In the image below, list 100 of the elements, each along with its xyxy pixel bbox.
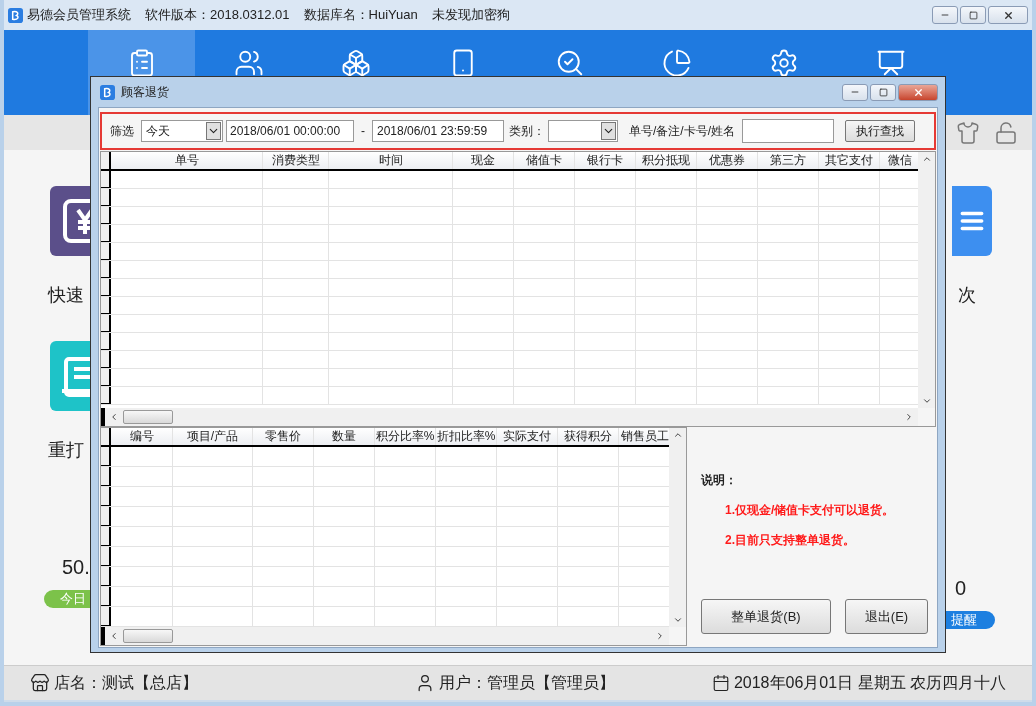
exit-button[interactable]: 退出(E) [845,599,928,634]
column-header[interactable]: 银行卡 [575,152,636,169]
row-header[interactable] [101,189,111,206]
search-label: 单号/备注/卡号/姓名 [629,123,735,140]
database-text: 数据库名：HuiYuan [303,6,418,25]
column-header[interactable]: 其它支付 [819,152,880,169]
note-text: 2.目前只支持整单退货。 [725,532,856,549]
app-logo-icon [100,84,115,100]
row-header[interactable] [101,467,111,486]
column-header[interactable]: 单号 [111,152,263,169]
row-header[interactable] [101,207,111,224]
range-separator: - [361,123,365,140]
row-header[interactable] [101,507,111,526]
column-header[interactable]: 折扣比率% [436,428,497,445]
row-header[interactable] [101,297,111,314]
horizontal-scrollbar[interactable] [101,627,669,645]
end-time-field[interactable]: 2018/06/01 23:59:59 [372,120,504,142]
minimize-button[interactable] [932,6,958,24]
row-header[interactable] [101,567,111,586]
vertical-scrollbar[interactable] [918,152,935,408]
column-header[interactable]: 现金 [453,152,514,169]
dongle-status: 未发现加密狗 [431,6,510,25]
column-header[interactable]: 数量 [314,428,375,445]
column-header[interactable]: 获得积分 [558,428,619,445]
row-header[interactable] [101,369,111,386]
maximize-button[interactable] [960,6,986,24]
maximize-icon [968,10,978,20]
column-header[interactable]: 零售价 [253,428,314,445]
row-header[interactable] [101,607,111,626]
column-header[interactable]: 第三方 [758,152,819,169]
tile-icon[interactable] [952,186,992,256]
search-button[interactable]: 执行查找 [845,120,915,142]
users-icon [233,48,264,78]
app-logo-icon [8,7,23,23]
scroll-right-icon [655,631,665,641]
note-text: 1.仅现金/储值卡支付可以退货。 [725,502,896,519]
lock-icon[interactable] [994,120,1018,145]
close-icon [1002,9,1014,21]
return-order-button[interactable]: 整单退货(B) [701,599,831,634]
column-header[interactable]: 实际支付 [497,428,558,445]
column-header[interactable]: 优惠券 [697,152,758,169]
tile-label: 重打 [48,439,85,462]
scroll-up-icon [672,430,683,440]
row-header[interactable] [101,279,111,296]
row-header[interactable] [101,351,111,368]
maximize-button[interactable] [870,83,896,101]
row-header[interactable] [101,527,111,546]
column-header[interactable]: 编号 [111,428,173,445]
row-header[interactable] [101,315,111,332]
shirt-icon[interactable] [956,120,980,145]
row-header[interactable] [101,225,111,242]
column-header[interactable]: 储值卡 [514,152,575,169]
calendar-icon [711,674,730,692]
row-header[interactable] [101,171,111,188]
row-header[interactable] [101,547,111,566]
maximize-icon [878,87,888,97]
row-header[interactable] [101,243,111,260]
stat-value: 0 [954,576,966,601]
scroll-thumb[interactable] [123,410,173,424]
store-icon [30,673,50,693]
scroll-thumb[interactable] [123,629,173,643]
row-header[interactable] [101,447,111,466]
scroll-down-icon [921,396,932,406]
close-button[interactable] [988,6,1028,24]
period-select[interactable]: 今天 [141,120,223,142]
start-time-field[interactable]: 2018/06/01 00:00:00 [226,120,354,142]
row-header[interactable] [101,333,111,350]
row-header[interactable] [101,487,111,506]
row-header[interactable] [101,261,111,278]
close-icon [912,86,924,98]
tile-label: 次 [958,284,976,307]
scroll-down-icon [672,615,683,625]
column-header[interactable]: 积分比率% [375,428,436,445]
column-header[interactable]: 积分抵现 [636,152,697,169]
stat-value: 50. [62,555,91,580]
window-title: 易德会员管理系统 [27,6,131,25]
boxes-icon [340,48,371,78]
row-header[interactable] [101,387,111,404]
presentation-icon [875,48,906,78]
category-select[interactable] [548,120,618,142]
scroll-left-icon [109,631,119,641]
date-text: 2018年06月01日 星期五 农历四月十八 [733,673,1006,693]
scroll-left-icon [109,412,119,422]
category-label: 类别： [509,123,545,140]
minimize-button[interactable] [842,83,868,101]
vertical-scrollbar[interactable] [669,428,686,627]
notes-title: 说明： [701,472,738,489]
column-header[interactable]: 消费类型 [263,152,329,169]
version-text: 软件版本：2018.0312.01 [145,6,290,25]
search-field[interactable] [742,119,834,143]
scroll-up-icon [921,154,932,164]
dropdown-icon [206,122,221,140]
scroll-right-icon [904,412,914,422]
pie-chart-icon [661,48,692,78]
column-header[interactable]: 时间 [329,152,453,169]
close-button[interactable] [898,83,938,101]
column-header[interactable]: 项目/产品 [173,428,253,445]
horizontal-scrollbar[interactable] [101,408,918,426]
filter-label: 筛选 [110,123,134,140]
row-header[interactable] [101,587,111,606]
